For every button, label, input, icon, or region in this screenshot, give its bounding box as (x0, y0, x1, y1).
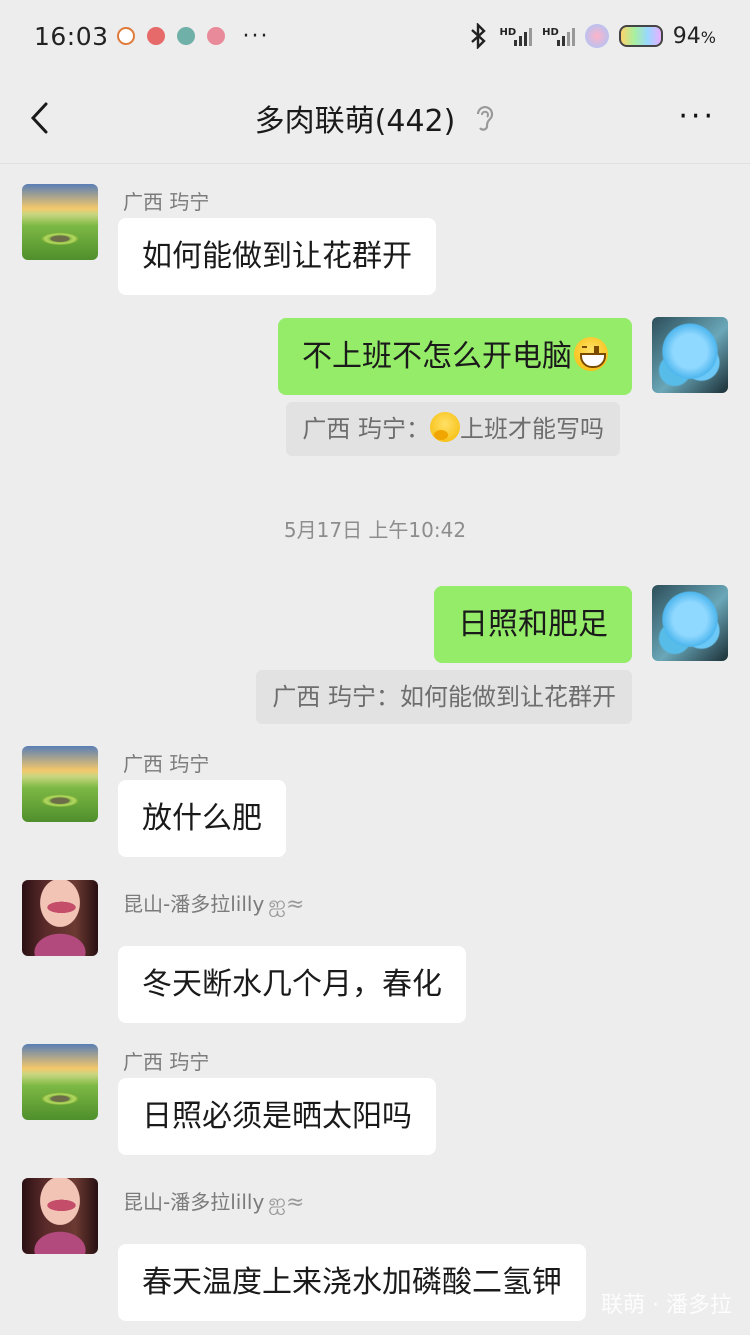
battery-percent: 94% (672, 23, 716, 49)
avatar[interactable] (22, 880, 98, 956)
avatar[interactable] (22, 1044, 98, 1120)
sender-name: 昆山-潘多拉lilly ஐ≈ (123, 1190, 305, 1215)
avatar[interactable] (22, 1178, 98, 1254)
watermark: 联萌 · 潘多拉 (601, 1293, 732, 1318)
avatar[interactable] (22, 184, 98, 260)
message-bubble[interactable]: 日照必须是晒太阳吗 (118, 1078, 436, 1155)
more-options-button[interactable]: ··· (678, 102, 716, 132)
earpiece-mode-icon (477, 105, 494, 131)
message-bubble[interactable]: 冬天断水几个月，春化 (118, 946, 466, 1023)
chevron-left-icon (30, 102, 48, 134)
thinking-face-icon (430, 412, 460, 442)
quoted-message[interactable]: 广西 玙宁：如何能做到让花群开 (256, 670, 632, 724)
status-bar: 16:03 ··· HD HD 94% (0, 0, 750, 72)
avatar[interactable] (652, 317, 728, 393)
timestamp: 5月17日 上午10:42 (283, 518, 467, 542)
chat-header: 多肉联萌(442) ··· (0, 72, 750, 164)
theme-icon (584, 24, 609, 48)
app-notification-icon (146, 27, 165, 45)
app-notification-icon (206, 27, 225, 45)
message-bubble[interactable]: 放什么肥 (118, 780, 286, 857)
more-notifications-icon: ··· (242, 23, 270, 49)
avatar[interactable] (652, 585, 728, 661)
message-bubble[interactable]: 如何能做到让花群开 (118, 218, 436, 295)
message-list[interactable]: 广西 玙宁 如何能做到让花群开 不上班不怎么开电脑 广西 玙宁： 上班才能写吗 5… (0, 164, 750, 1335)
message-bubble[interactable]: 不上班不怎么开电脑 (278, 318, 632, 395)
sender-decoration: ஐ≈ (268, 892, 305, 917)
back-button[interactable] (26, 100, 56, 136)
status-time: 16:03 (34, 21, 109, 51)
battery-icon (618, 25, 663, 47)
sender-decoration: ஐ≈ (268, 1190, 305, 1215)
sender-name: 广西 玙宁 (123, 752, 210, 776)
bluetooth-icon (471, 23, 487, 49)
signal-2-icon: HD (542, 26, 575, 46)
message-bubble[interactable]: 春天温度上来浇水加磷酸二氢钾 (118, 1244, 586, 1321)
sender-name: 广西 玙宁 (123, 1050, 210, 1074)
avatar[interactable] (22, 746, 98, 822)
notification-icons: ··· (116, 23, 270, 49)
message-bubble[interactable]: 日照和肥足 (434, 586, 632, 663)
sender-name: 昆山-潘多拉lilly ஐ≈ (123, 892, 305, 917)
alarm-icon (116, 27, 135, 45)
app-notification-icon (176, 27, 195, 45)
quoted-message[interactable]: 广西 玙宁： 上班才能写吗 (286, 402, 620, 456)
sender-name: 广西 玙宁 (123, 190, 210, 214)
grinning-face-icon (574, 337, 608, 371)
signal-1-icon: HD (499, 26, 533, 46)
chat-title[interactable]: 多肉联萌(442) (255, 96, 456, 140)
